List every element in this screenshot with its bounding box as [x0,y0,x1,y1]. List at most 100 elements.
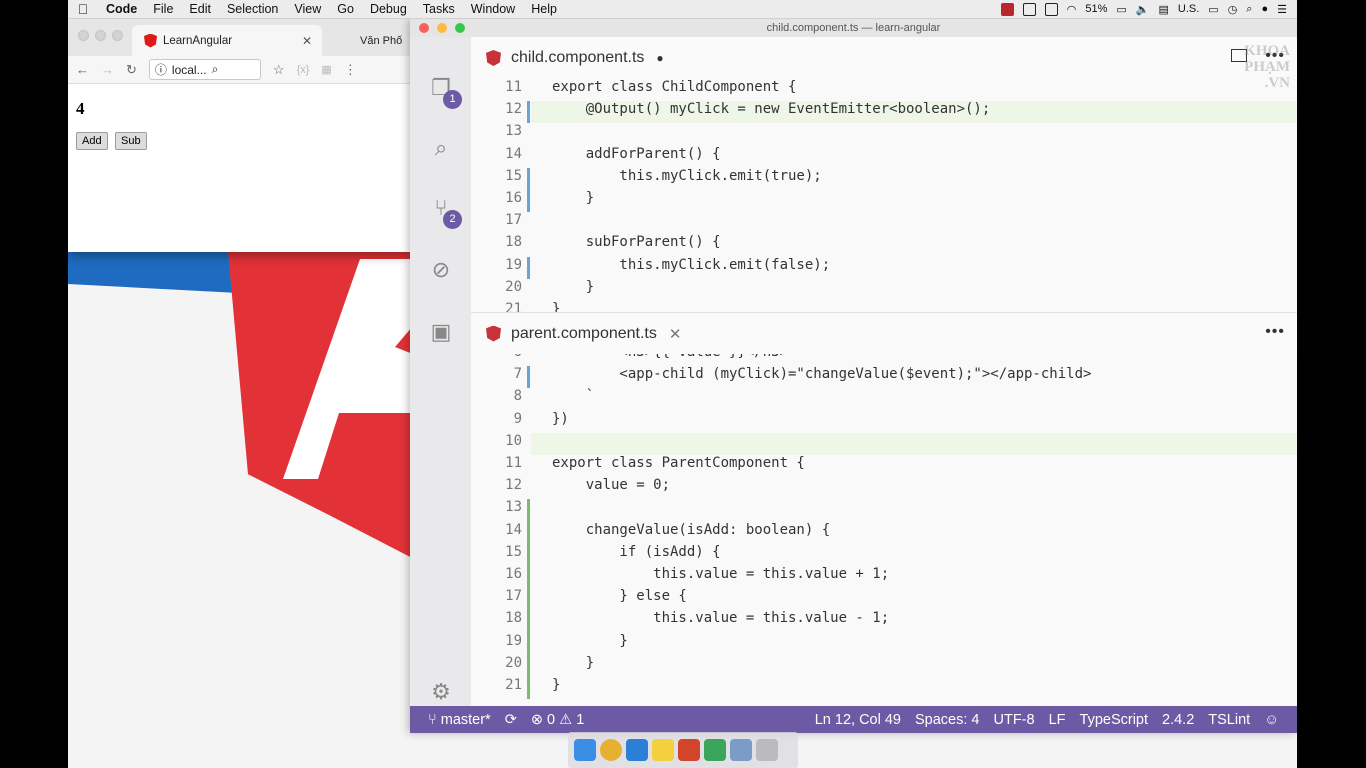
source-control-icon[interactable]: ⑂ 2 [428,195,462,229]
chrome-icon[interactable] [600,739,622,761]
zoom-window-button[interactable] [112,30,123,41]
menu-file[interactable]: File [145,2,181,16]
encoding[interactable]: UTF-8 [994,712,1035,728]
zoom-window-button[interactable] [455,23,465,33]
siri-icon[interactable]: ● [1261,3,1268,15]
current-line-highlight [531,432,1297,455]
debug-icon[interactable]: ⊘ [428,257,454,283]
menu-help[interactable]: Help [523,2,565,16]
record-icon[interactable] [1000,2,1014,16]
editor-tab-parent[interactable]: parent.component.ts ✕ ••• [471,312,1297,354]
line-number: 12 [505,101,522,118]
watermark-line2: PHẠM [1244,59,1290,75]
explorer-badge: 1 [443,90,462,109]
screen-icon[interactable] [730,739,752,761]
sub-button[interactable]: Sub [115,132,147,150]
clock-icon[interactable]: ◷ [1228,3,1238,16]
address-bar[interactable]: ⓘ local... ⌕ [148,59,261,80]
vscode-icon[interactable] [626,739,648,761]
apple-menu-icon[interactable]:  [68,1,98,17]
extension-icon[interactable]: {x} [297,64,310,76]
add-button[interactable]: Add [76,132,108,150]
minimize-window-button[interactable] [437,23,447,33]
airplay-icon[interactable]: ▭ [1208,3,1218,16]
language-mode[interactable]: TypeScript [1080,712,1149,728]
notes-icon[interactable] [652,739,674,761]
menu-debug[interactable]: Debug [362,2,415,16]
tab-parent-label: parent.component.ts [511,324,657,342]
info-icon[interactable]: ⓘ [155,61,167,78]
input-source[interactable]: U.S. [1178,3,1199,15]
browser-tab-inactive[interactable]: Văn Phố [326,27,416,55]
extension2-icon[interactable]: ▦ [321,63,331,76]
close-tab-icon[interactable]: ✕ [302,34,312,48]
zoom-icon[interactable]: ⌕ [212,62,219,77]
ts-version[interactable]: 2.4.2 [1162,712,1194,728]
explorer-icon[interactable]: ❐ 1 [428,75,462,109]
menu-go[interactable]: Go [329,2,362,16]
menu-selection[interactable]: Selection [219,2,286,16]
settings-gear-icon[interactable]: ⚙ [428,679,454,705]
branch-status[interactable]: ⑂ master* [428,712,491,728]
feedback-smiley-icon[interactable]: ☺ [1264,712,1279,728]
line-number: 18 [505,610,522,627]
more-actions-icon[interactable]: ••• [1265,323,1285,341]
git-change-marker [527,366,530,389]
code-line: } [552,677,561,693]
back-icon[interactable]: ← [76,62,89,77]
indentation[interactable]: Spaces: 4 [915,712,980,728]
code-line: addForParent() { [552,145,721,162]
status-bar: ⑂ master* ⟳ ⊗ 0 ⚠ 1 Ln 12, Col 49 Spaces… [410,706,1297,733]
search-icon[interactable]: ⌕ [428,135,454,161]
code-editor-parent[interactable]: 6 <h3>{{ value }}</h3> 7 <app-child (myCl… [471,354,1297,705]
menu-dots-icon[interactable]: ⋮ [344,62,357,78]
unsaved-dot-icon[interactable]: ● [656,51,663,65]
menu-window[interactable]: Window [463,2,523,16]
menu-view[interactable]: View [286,2,329,16]
forward-icon[interactable]: → [101,62,114,77]
display-icon[interactable] [1022,2,1036,16]
menu-tasks[interactable]: Tasks [415,2,463,16]
volume-icon[interactable]: 🔈 [1136,3,1150,16]
line-ending[interactable]: LF [1049,712,1066,728]
cursor-position[interactable]: Ln 12, Col 49 [815,712,901,728]
code-line: <h3>{{ value }}</h3> [552,354,788,360]
reload-icon[interactable]: ↻ [126,62,137,78]
problems-status[interactable]: ⊗ 0 ⚠ 1 [531,712,584,728]
notification-center-icon[interactable]: ☰ [1277,3,1287,16]
menu-edit[interactable]: Edit [181,2,219,16]
extensions-icon[interactable]: ▣ [428,319,454,345]
line-number: 10 [505,432,522,449]
minimize-window-button[interactable] [95,30,106,41]
line-number: 18 [505,234,522,251]
address-text: local... [171,62,207,77]
close-window-button[interactable] [78,30,89,41]
angular-file-icon [486,325,501,342]
line-number: 19 [505,632,522,649]
line-number: 13 [505,123,522,140]
bookmark-star-icon[interactable]: ☆ [273,62,285,78]
git-change-marker [527,101,530,124]
close-window-button[interactable] [419,23,429,33]
app-menu[interactable]: Code [98,2,145,16]
sync-icon[interactable]: ⟳ [505,712,517,728]
spotlight-icon[interactable]: ⌕ [1246,3,1252,16]
trash-icon[interactable] [756,739,778,761]
battery-icon[interactable]: ▭ [1116,3,1126,16]
code-line: value = 0; [552,477,671,494]
code-line: ` [552,388,595,405]
line-number: 11 [505,455,522,471]
battery-level[interactable]: 51% [1085,3,1107,15]
wifi-icon[interactable]: ◠ [1067,3,1077,16]
activity-bar: ❐ 1 ⌕ ⑂ 2 ⊘ ▣ ⚙ [410,37,471,706]
browser-tab-active[interactable]: LearnAngular ✕ [132,25,322,56]
flag-icon[interactable]: ▤ [1158,3,1168,16]
close-tab-icon[interactable]: ✕ [669,325,682,343]
dropbox-icon[interactable] [1044,2,1058,16]
finder-icon[interactable] [574,739,596,761]
camtasia-icon[interactable] [704,739,726,761]
watermark-logo: KHOA PHẠM .VN [1170,43,1290,133]
linter-status[interactable]: TSLint [1208,712,1250,728]
code-line: export class ChildComponent { [552,79,797,95]
powerpoint-icon[interactable] [678,739,700,761]
